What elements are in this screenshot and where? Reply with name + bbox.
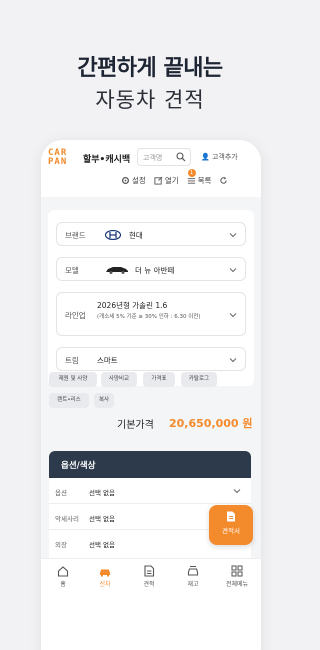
tab-new-car-label: 신차 (99, 581, 111, 588)
trim-label: 트림 (65, 356, 79, 365)
options-header: 옵션/색상 (49, 451, 251, 478)
settings-button[interactable]: 설정 (121, 175, 146, 186)
brand-value: 현대 (129, 231, 143, 240)
lineup-note: (개소세 5% 기준 ≥ 30% 인하 : 6.30 이전) (97, 314, 201, 320)
chevron-down-icon (233, 489, 241, 494)
document-icon (144, 565, 155, 577)
lineup-select[interactable]: 라인업 2026년형 가솔린 1.6 (개소세 5% 기준 ≥ 30% 인하 :… (56, 292, 246, 336)
option-row[interactable]: 옵션 선택 없음 (49, 478, 251, 504)
accessory-value: 선택 없음 (89, 515, 115, 523)
tab-stock-label: 재고 (187, 581, 199, 588)
tab-all-menu[interactable]: 전체메뉴 (217, 565, 257, 588)
menu-icon (231, 565, 243, 577)
toolbar: 설정 열기 1 목록 (121, 169, 228, 186)
tab-quote-label: 견적 (143, 581, 155, 588)
trim-select[interactable]: 트림 스마트 (56, 347, 246, 371)
tab-home[interactable]: 홈 (43, 565, 83, 588)
model-select[interactable]: 모델 더 뉴 아반떼 (56, 257, 246, 281)
search-icon[interactable] (176, 152, 186, 162)
document-icon (227, 511, 235, 522)
user-add-icon: 👤 (201, 153, 210, 161)
app-logo[interactable]: CAR PAN (48, 149, 74, 167)
base-price-label: 기본가격 (117, 420, 154, 431)
price-table-button[interactable]: 가격표 (143, 372, 175, 387)
option-value: 선택 없음 (89, 489, 115, 497)
list-button[interactable]: 1 목록 (187, 169, 212, 186)
tab-all-menu-label: 전체메뉴 (225, 581, 249, 588)
open-button[interactable]: 열기 (154, 175, 179, 186)
gear-icon (121, 176, 130, 185)
catalog-button[interactable]: 카탈로그 (181, 372, 217, 387)
chevron-down-icon (229, 313, 237, 318)
refresh-button[interactable] (219, 175, 228, 186)
open-icon (154, 176, 163, 185)
accessory-key: 악세사리 (55, 515, 79, 523)
model-label: 모델 (65, 266, 79, 275)
open-label: 열기 (164, 176, 179, 185)
add-customer-button[interactable]: 👤 고객추가 (201, 152, 238, 162)
search-placeholder: 고객명 (143, 154, 163, 162)
home-icon (57, 566, 69, 577)
tab-home-label: 홈 (60, 581, 66, 588)
list-icon (187, 178, 195, 184)
promo-subtitle: 자동차 견적 (95, 88, 205, 112)
tab-quote[interactable]: 견적 (129, 565, 169, 588)
car-thumbnail-icon (106, 267, 128, 274)
chevron-down-icon (229, 358, 237, 363)
stock-icon (187, 566, 199, 576)
base-price-value: 20,650,000 원 (169, 417, 253, 430)
tab-new-car[interactable]: 신차 (85, 565, 125, 588)
chevron-down-icon (229, 268, 237, 273)
lineup-value: 2026년형 가솔린 1.6 (97, 301, 168, 310)
hyundai-logo-icon (105, 230, 121, 240)
bottom-tab-bar: 홈 신차 견적 재고 전체메뉴 (41, 558, 261, 598)
brand-select[interactable]: 브랜드 현대 (56, 222, 246, 246)
copy-button[interactable]: 복사 (94, 393, 114, 408)
rent-lease-button[interactable]: 렌트•리스 (49, 393, 89, 408)
quote-fab-label: 견적서 (222, 527, 240, 535)
refresh-icon (220, 176, 228, 184)
vehicle-selection-card: 브랜드 현대 모델 더 뉴 아반떼 라인업 2026년형 가솔린 1.6 (개소… (48, 210, 254, 386)
add-customer-label: 고객추가 (211, 153, 238, 161)
exterior-key: 외장 (55, 541, 67, 549)
car-icon (100, 569, 110, 577)
app-header: CAR PAN 할부•캐시백 고객명 👤 고객추가 설정 열기 1 목록 (41, 140, 261, 197)
quote-fab-button[interactable]: 견적서 (209, 505, 253, 545)
lineup-label: 라인업 (65, 311, 86, 320)
model-value: 더 뉴 아반떼 (135, 266, 175, 275)
logo-text-bottom: PAN (48, 157, 68, 167)
exterior-value: 선택 없음 (89, 541, 115, 549)
list-label: 목록 (197, 176, 212, 185)
installment-cashback-tab[interactable]: 할부•캐시백 (83, 152, 130, 165)
trim-value: 스마트 (97, 356, 118, 365)
compare-specs-button[interactable]: 사양비교 (101, 372, 137, 387)
brand-label: 브랜드 (65, 231, 86, 240)
tab-stock[interactable]: 재고 (173, 565, 213, 588)
customer-search-input[interactable]: 고객명 (137, 148, 191, 166)
chevron-down-icon (229, 233, 237, 238)
settings-label: 설정 (132, 176, 146, 185)
list-count-badge: 1 (187, 169, 196, 177)
promo-title: 간편하게 끝내는 (77, 56, 223, 81)
specs-button[interactable]: 제원 및 사양 (49, 372, 97, 387)
option-key: 옵션 (55, 489, 67, 497)
phone-screen: CAR PAN 할부•캐시백 고객명 👤 고객추가 설정 열기 1 목록 브랜드… (41, 140, 261, 650)
